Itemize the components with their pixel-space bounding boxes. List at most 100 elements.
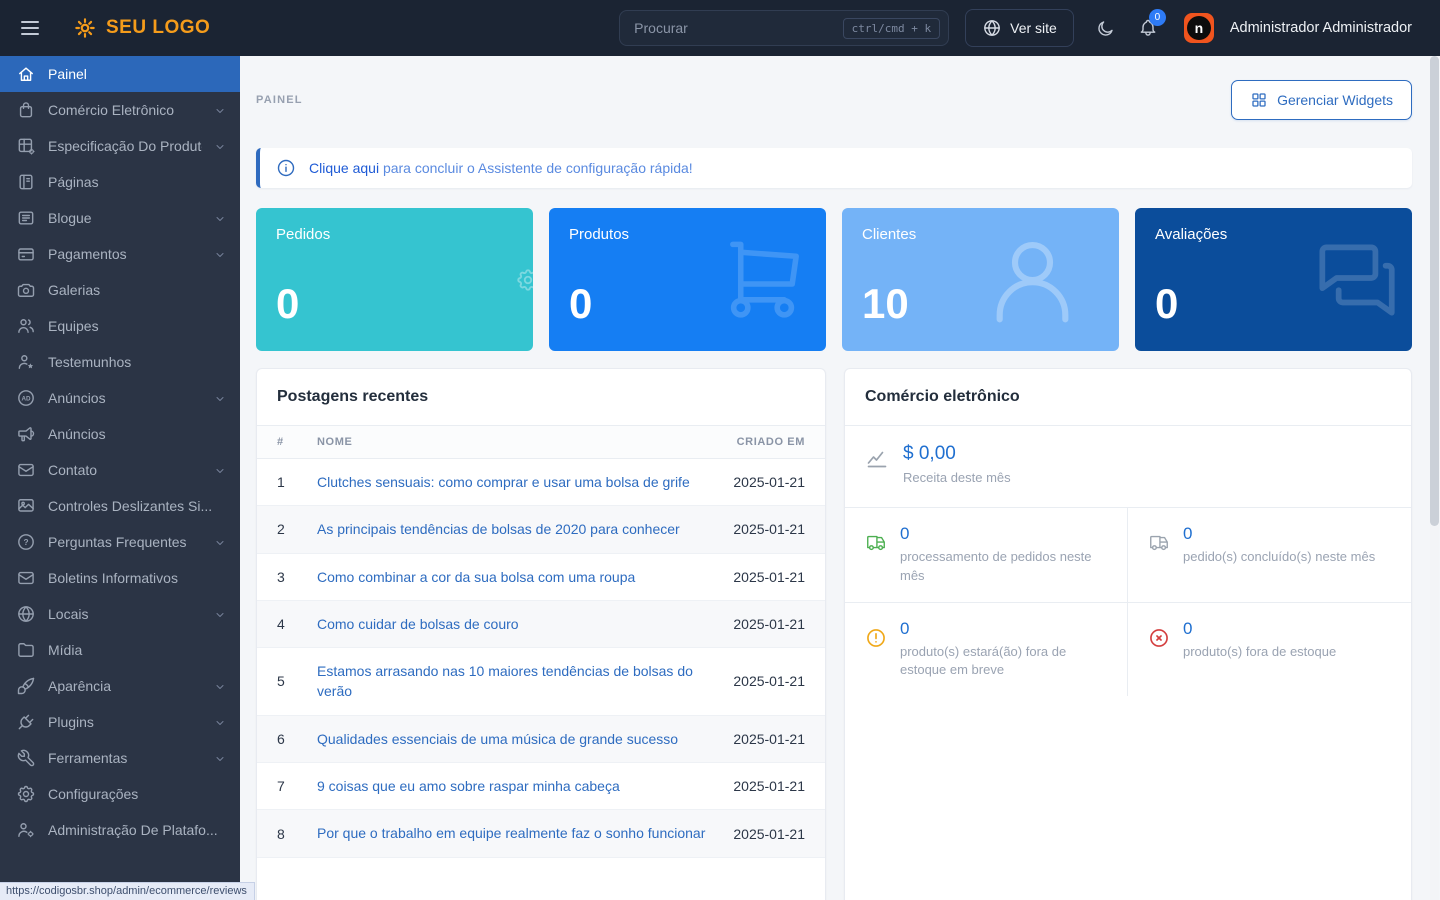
sidebar-item-galerias[interactable]: Galerias <box>0 272 240 308</box>
table-row: 4Como cuidar de bolsas de couro2025-01-2… <box>257 601 825 648</box>
column-header-created: CRIADO EM <box>721 436 805 448</box>
sidebar-item-blogue[interactable]: Blogue <box>0 200 240 236</box>
gear-icon <box>515 267 533 293</box>
mail-icon <box>16 460 36 480</box>
home-icon <box>16 64 36 84</box>
sun-logo-icon <box>72 15 98 41</box>
sidebar-item-controles-deslizantes-si[interactable]: Controles Deslizantes Si... <box>0 488 240 524</box>
sidebar-item-an-ncios[interactable]: ADAnúncios <box>0 380 240 416</box>
avatar[interactable]: n <box>1184 13 1214 43</box>
topbar: SEU LOGO ctrl/cmd + k Ver site 0 n Admin… <box>0 0 1440 56</box>
messages-icon <box>1306 231 1404 329</box>
sidebar-item-label: Administração De Platafo... <box>48 822 226 838</box>
brush-icon <box>16 676 36 696</box>
ecommerce-stat-value: 0 <box>1183 619 1336 639</box>
sidebar-item-boletins-informativos[interactable]: Boletins Informativos <box>0 560 240 596</box>
post-title-link[interactable]: Clutches sensuais: como comprar e usar u… <box>317 472 721 492</box>
ecommerce-stat: 0produto(s) estará(ão) fora de estoque e… <box>845 603 1128 697</box>
sidebar-item-label: Testemunhos <box>48 354 226 370</box>
article-icon <box>16 208 36 228</box>
cart-icon <box>717 232 812 327</box>
sidebar-item-p-ginas[interactable]: Páginas <box>0 164 240 200</box>
sidebar-item-m-dia[interactable]: Mídia <box>0 632 240 668</box>
dark-mode-toggle[interactable] <box>1096 18 1116 38</box>
stat-card-produtos[interactable]: Produtos0 <box>549 208 826 351</box>
sidebar-item-perguntas-frequentes[interactable]: ? Perguntas Frequentes <box>0 524 240 560</box>
view-site-button[interactable]: Ver site <box>965 9 1074 47</box>
revenue-value: $ 0,00 <box>903 443 1011 465</box>
truck-icon <box>865 532 887 554</box>
svg-text:?: ? <box>23 537 28 547</box>
sidebar-item-contato[interactable]: Contato <box>0 452 240 488</box>
sidebar-item-especifica-o-do-produto[interactable]: Especificação Do Produto <box>0 128 240 164</box>
sidebar-item-label: Controles Deslizantes Si... <box>48 498 226 514</box>
post-title-link[interactable]: Qualidades essenciais de uma música de g… <box>317 729 721 749</box>
post-title-link[interactable]: Como combinar a cor da sua bolsa com uma… <box>317 567 721 587</box>
sidebar-item-plugins[interactable]: Plugins <box>0 704 240 740</box>
search-box[interactable]: ctrl/cmd + k <box>619 10 949 46</box>
ecommerce-stat-label: pedido(s) concluído(s) neste mês <box>1183 548 1375 567</box>
sidebar-item-administra-o-de-platafo[interactable]: Administração De Platafo... <box>0 812 240 848</box>
post-created-date: 2025-01-21 <box>721 474 805 490</box>
sidebar-item-painel[interactable]: Painel <box>0 56 240 92</box>
post-created-date: 2025-01-21 <box>721 569 805 585</box>
user-cog-icon <box>16 820 36 840</box>
notifications-button[interactable]: 0 <box>1138 18 1158 38</box>
stat-card-avalia-es[interactable]: Avaliações0 <box>1135 208 1412 351</box>
stat-cards-row: Pedidos0Produtos0Clientes10Avaliações0 <box>256 208 1412 351</box>
user-star-icon <box>16 352 36 372</box>
trending-up-icon <box>865 447 889 471</box>
sidebar-item-label: Comércio Eletrônico <box>48 102 202 118</box>
stat-card-clientes[interactable]: Clientes10 <box>842 208 1119 351</box>
main-content: PAINEL Gerenciar Widgets Clique aqui par… <box>240 56 1440 900</box>
vertical-scrollbar[interactable] <box>1430 56 1439 900</box>
post-created-date: 2025-01-21 <box>721 673 805 689</box>
search-shortcut: ctrl/cmd + k <box>843 18 940 39</box>
chevron-down-icon <box>214 248 226 260</box>
alert-text: Clique aqui para concluir o Assistente d… <box>309 160 693 176</box>
stat-card-value: 0 <box>276 283 513 325</box>
scrollbar-thumb[interactable] <box>1430 56 1439 526</box>
logo[interactable]: SEU LOGO <box>72 15 210 41</box>
alert-link[interactable]: Clique aqui <box>309 160 379 176</box>
avatar-letter: n <box>1187 16 1211 40</box>
search-input[interactable] <box>634 20 835 36</box>
sidebar-item-configura-es[interactable]: Configurações <box>0 776 240 812</box>
sidebar-item-com-rcio-eletr-nico[interactable]: Comércio Eletrônico <box>0 92 240 128</box>
stat-card-pedidos[interactable]: Pedidos0 <box>256 208 533 351</box>
recent-posts-title: Postagens recentes <box>257 369 825 426</box>
ecommerce-stat-value: 0 <box>900 524 1109 544</box>
moon-icon <box>1096 18 1116 38</box>
notification-badge: 0 <box>1149 9 1166 26</box>
post-title-link[interactable]: Estamos arrasando nas 10 maiores tendênc… <box>317 661 721 702</box>
sidebar-item-an-ncios[interactable]: Anúncios <box>0 416 240 452</box>
chevron-down-icon <box>214 716 226 728</box>
sidebar-item-apar-ncia[interactable]: Aparência <box>0 668 240 704</box>
manage-widgets-button[interactable]: Gerenciar Widgets <box>1231 80 1412 120</box>
post-title-link[interactable]: Como cuidar de bolsas de couro <box>317 614 721 634</box>
wrench-icon <box>16 748 36 768</box>
sidebar-item-testemunhos[interactable]: Testemunhos <box>0 344 240 380</box>
setup-wizard-alert[interactable]: Clique aqui para concluir o Assistente d… <box>256 148 1412 188</box>
globe-icon <box>982 18 1002 38</box>
post-title-link[interactable]: Por que o trabalho em equipe realmente f… <box>317 823 721 843</box>
user-name[interactable]: Administrador Administrador <box>1230 20 1412 36</box>
plug-icon <box>16 712 36 732</box>
menu-icon[interactable] <box>18 16 42 40</box>
table-row: 1Clutches sensuais: como comprar e usar … <box>257 459 825 506</box>
sidebar-item-locais[interactable]: Locais <box>0 596 240 632</box>
sidebar-item-label: Especificação Do Produto <box>48 138 202 154</box>
sidebar-item-label: Configurações <box>48 786 226 802</box>
sidebar-item-label: Plugins <box>48 714 202 730</box>
sidebar-item-pagamentos[interactable]: Pagamentos <box>0 236 240 272</box>
ecommerce-stat-value: 0 <box>900 619 1109 639</box>
manage-widgets-label: Gerenciar Widgets <box>1277 92 1393 108</box>
column-header-name: NOME <box>317 436 721 448</box>
sidebar-item-label: Anúncios <box>48 426 226 442</box>
sidebar-item-label: Perguntas Frequentes <box>48 534 202 550</box>
post-title-link[interactable]: As principais tendências de bolsas de 20… <box>317 519 721 539</box>
sidebar-item-equipes[interactable]: Equipes <box>0 308 240 344</box>
chevron-down-icon <box>214 752 226 764</box>
sidebar-item-ferramentas[interactable]: Ferramentas <box>0 740 240 776</box>
post-title-link[interactable]: 9 coisas que eu amo sobre raspar minha c… <box>317 776 721 796</box>
